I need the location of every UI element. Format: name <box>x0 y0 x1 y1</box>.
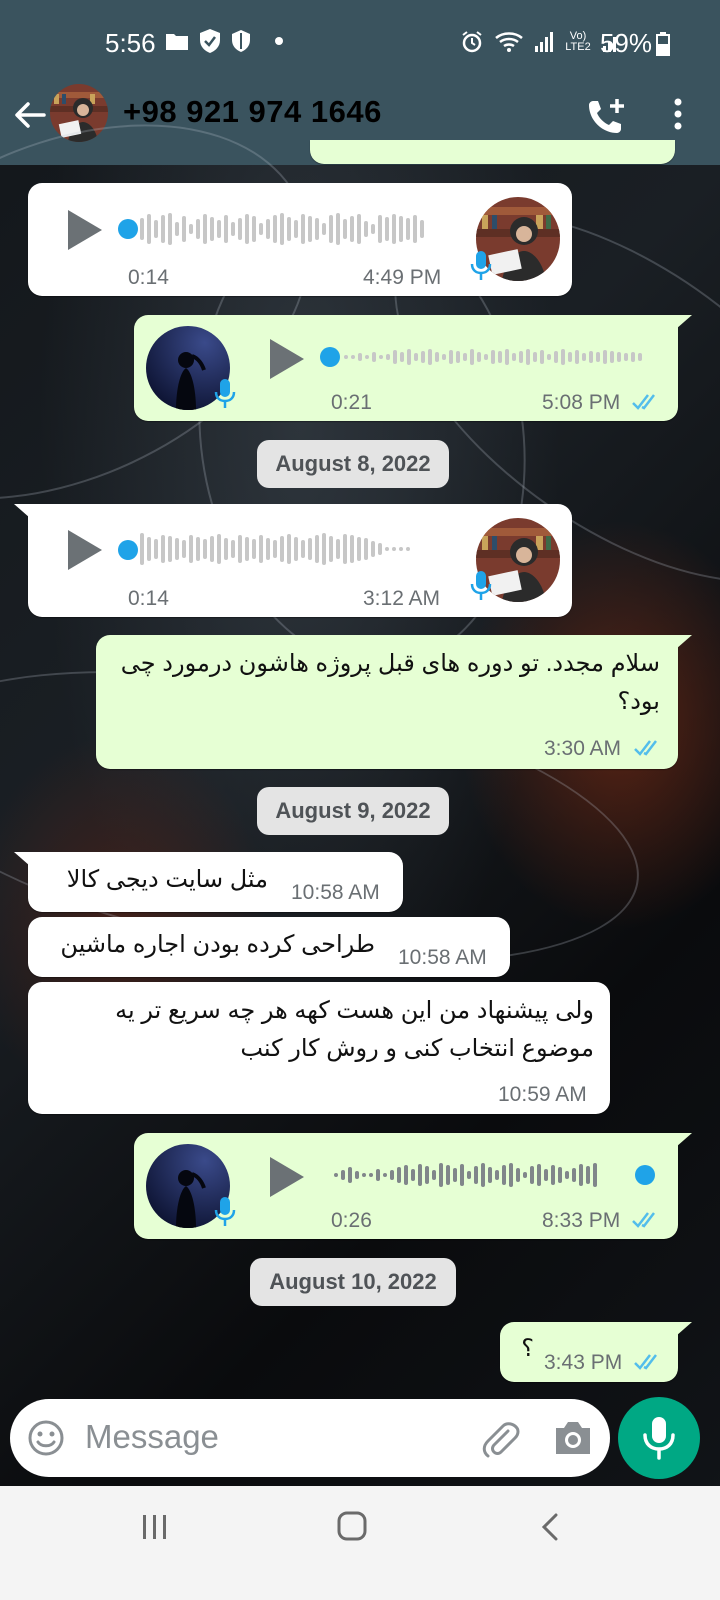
status-time: 5:56 <box>105 28 156 58</box>
double-check-icon <box>634 740 657 756</box>
voice-duration: 0:14 <box>128 266 169 289</box>
message-time: 4:49 PM <box>363 266 442 289</box>
message-time: 10:58 AM <box>398 946 487 969</box>
status-icons-right: Vo) LTE2 <box>460 30 620 54</box>
camera-icon[interactable] <box>552 1418 594 1458</box>
voice-progress-dot[interactable] <box>635 1165 655 1185</box>
mic-icon <box>214 1197 236 1226</box>
date-chip: August 9, 2022 <box>257 787 449 835</box>
add-call-icon[interactable] <box>585 95 629 139</box>
back-arrow-icon[interactable] <box>10 95 50 135</box>
message-time: 5:08 PM <box>542 391 621 414</box>
message-time: 3:12 AM <box>363 587 441 610</box>
voice-record-button[interactable] <box>618 1397 700 1479</box>
home-icon[interactable] <box>336 1510 368 1542</box>
mic-icon <box>214 379 236 408</box>
bubble-tail <box>676 315 692 329</box>
voice-waveform[interactable] <box>140 212 424 246</box>
voice-progress-dot[interactable] <box>320 347 340 367</box>
message-time: 10:58 AM <box>291 881 380 904</box>
play-icon[interactable] <box>64 208 104 252</box>
mic-icon <box>470 571 492 600</box>
status-icons-left <box>165 28 283 54</box>
message-time: 10:59 AM <box>498 1083 587 1106</box>
date-chip: August 10, 2022 <box>250 1258 456 1306</box>
voice-progress-dot[interactable] <box>118 540 138 560</box>
bubble-tail <box>14 504 30 518</box>
shield-icon <box>232 30 250 52</box>
double-check-icon <box>632 394 655 410</box>
nav-back-icon[interactable] <box>538 1512 562 1542</box>
shield-check-icon <box>200 29 220 53</box>
date-chip: August 8, 2022 <box>257 440 449 488</box>
system-nav-bar <box>0 1486 720 1600</box>
message-text: سلام مجدد. تو دوره های قبل پروژه هاشون د… <box>120 650 660 715</box>
signal-icon <box>535 32 553 52</box>
play-icon[interactable] <box>266 1155 306 1199</box>
status-right: 59% <box>600 28 670 59</box>
double-check-icon <box>632 1212 655 1228</box>
message-input[interactable]: Message <box>85 1418 219 1456</box>
play-icon[interactable] <box>64 528 104 572</box>
voice-waveform[interactable] <box>140 532 410 566</box>
more-vert-icon[interactable] <box>668 96 688 136</box>
message-time: 8:33 PM <box>542 1209 621 1232</box>
notification-dot-icon <box>275 37 283 45</box>
message-time: 3:30 AM <box>544 737 622 760</box>
partial-message-bubble[interactable] <box>310 140 675 164</box>
message-text: ولی پیشنهاد من این هست کهه هر چه سریع تر… <box>115 997 594 1062</box>
mic-icon <box>643 1417 675 1460</box>
folder-icon <box>166 34 188 50</box>
bubble-tail <box>676 635 692 649</box>
message-text: مثل سایت دیجی کالا <box>66 866 268 893</box>
battery-percent: 59% <box>599 28 652 58</box>
voice-waveform[interactable] <box>334 1158 597 1192</box>
bubble-tail <box>676 1322 692 1336</box>
mic-icon <box>470 251 492 280</box>
voice-duration: 0:14 <box>128 587 169 610</box>
play-icon[interactable] <box>266 337 306 381</box>
message-time: 3:43 PM <box>544 1351 623 1374</box>
bubble-tail <box>14 852 30 866</box>
attach-icon[interactable] <box>478 1417 522 1461</box>
voice-duration: 0:26 <box>331 1209 372 1232</box>
voice-duration: 0:21 <box>331 391 372 414</box>
wifi-icon <box>495 32 523 52</box>
voice-waveform[interactable] <box>344 340 642 374</box>
message-text: طراحی کرده بودن اجاره ماشین <box>60 931 375 958</box>
voice-progress-dot[interactable] <box>118 219 138 239</box>
bubble-tail <box>676 1133 692 1147</box>
lte-label: Vo) LTE2 <box>565 30 591 53</box>
message-text: ؟ <box>521 1335 534 1362</box>
double-check-icon <box>634 1354 657 1370</box>
alarm-icon <box>462 31 482 53</box>
recents-icon[interactable] <box>140 1513 170 1541</box>
battery-icon <box>656 31 670 56</box>
emoji-icon[interactable] <box>26 1418 66 1458</box>
